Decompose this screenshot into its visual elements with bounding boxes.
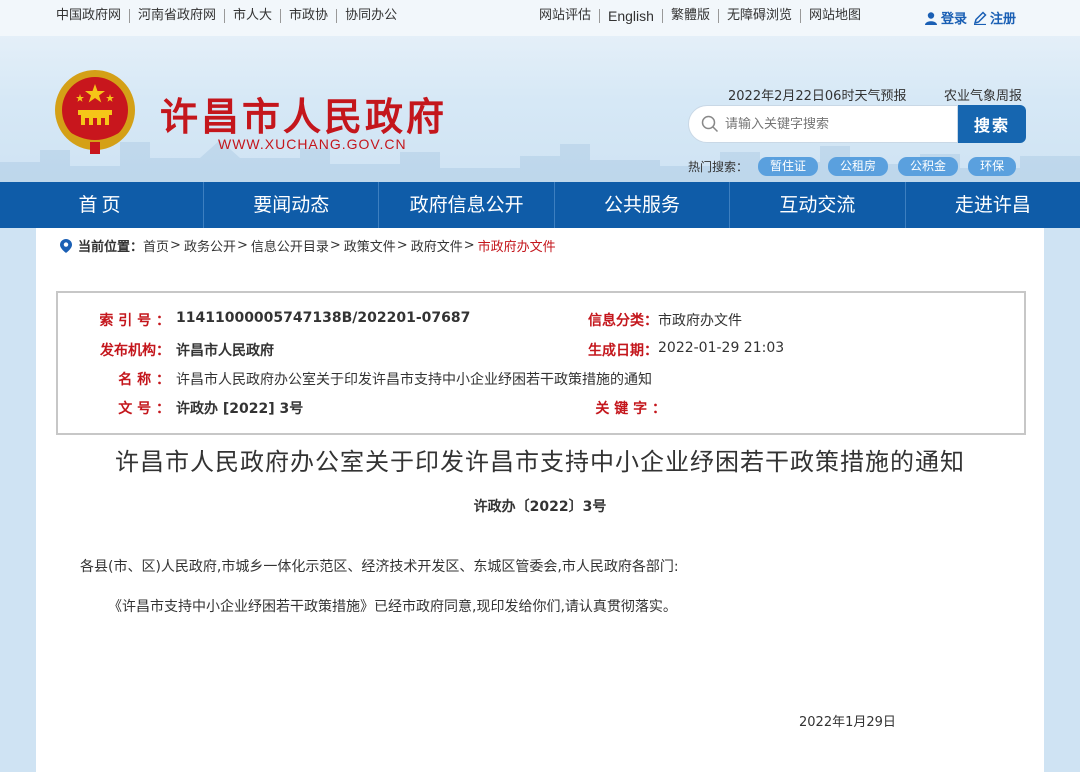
info-index-label: 索 引 号 ： bbox=[99, 313, 170, 329]
document-paragraph: 《许昌市支持中小企业纾困若干政策措施》已经市政府同意,现印发给你们,请认真贯彻落… bbox=[108, 599, 677, 615]
nav-home[interactable]: 首页 bbox=[0, 182, 204, 228]
info-publisher-value: 许昌市人民政府 bbox=[176, 343, 274, 359]
agri-weather-link[interactable]: 农业气象周报 bbox=[944, 85, 1022, 104]
nav-interaction[interactable]: 互动交流 bbox=[730, 182, 906, 228]
info-category-value: 市政府办文件 bbox=[658, 313, 742, 329]
info-name: 名 称 ： 许昌市人民政府办公室关于印发许昌市支持中小企业纾困若干政策措施的通知 bbox=[86, 369, 652, 389]
breadcrumb: 当前位置： 首页 > 政务公开 > 信息公开目录 > 政策文件 > 政府文件 > 市政府办… bbox=[60, 236, 556, 255]
breadcrumb-separator: > bbox=[170, 238, 181, 253]
breadcrumb-gov-affairs[interactable]: 政务公开 bbox=[184, 236, 236, 255]
login-area: 登录 注册 bbox=[924, 8, 1016, 27]
hot-search: 热门搜索： 暂住证 公租房 公积金 环保 bbox=[688, 157, 1017, 176]
hot-tag-public-housing[interactable]: 公租房 bbox=[828, 157, 889, 176]
document-title: 许昌市人民政府办公室关于印发许昌市支持中小企业纾困若干政策措施的通知 bbox=[115, 448, 965, 476]
info-publisher-label: 发布机构： bbox=[100, 343, 170, 359]
site-header: 许昌市人民政府 WWW.XUCHANG.GOV.CN 2022年2月22日06时… bbox=[0, 36, 1080, 182]
link-accessibility[interactable]: 无障碍浏览 bbox=[719, 9, 801, 23]
hot-search-label: 热门搜索： bbox=[688, 160, 749, 174]
breadcrumb-separator: > bbox=[236, 238, 248, 253]
main-nav: 首页 要闻动态 政府信息公开 公共服务 互动交流 走进许昌 bbox=[0, 182, 1080, 228]
link-site-evaluation[interactable]: 网站评估 bbox=[531, 9, 601, 23]
hot-tag-housing-fund[interactable]: 公积金 bbox=[898, 157, 959, 176]
link-china-gov[interactable]: 中国政府网 bbox=[56, 9, 131, 23]
breadcrumb-info-catalog[interactable]: 信息公开目录 bbox=[251, 236, 329, 255]
breadcrumb-separator: > bbox=[329, 238, 341, 253]
info-category-label: 信息分类： bbox=[588, 313, 658, 329]
info-date-label: 生成日期： bbox=[588, 343, 658, 359]
info-docno: 文 号 ： 许政办 [2022] 3号 bbox=[86, 398, 303, 418]
info-keywords: 关 键 字 ： bbox=[588, 398, 672, 418]
info-index: 索 引 号 ： 11411000005747138B/202201-07687 bbox=[86, 310, 470, 330]
document-paragraph: 各县(市、区)人民政府,市城乡一体化示范区、经济技术开发区、东城区管委会,市人民… bbox=[80, 559, 679, 575]
breadcrumb-separator: > bbox=[396, 238, 408, 253]
nav-public-service[interactable]: 公共服务 bbox=[555, 182, 731, 228]
link-city-congress[interactable]: 市人大 bbox=[225, 9, 282, 23]
breadcrumb-label: 当前位置： bbox=[78, 240, 144, 255]
location-pin-icon bbox=[60, 238, 72, 253]
info-docno-label: 文 号 ： bbox=[118, 401, 170, 417]
register-label: 注册 bbox=[990, 12, 1017, 27]
nav-news[interactable]: 要闻动态 bbox=[204, 182, 380, 228]
info-keywords-label: 关 键 字 ： bbox=[595, 401, 666, 417]
weather-forecast-link[interactable]: 2022年2月22日06时天气预报 bbox=[728, 85, 906, 104]
search-box bbox=[688, 105, 958, 143]
top-links-right: 网站评估 English 繁體版 无障碍浏览 网站地图 bbox=[531, 9, 869, 23]
document-number: 许政办〔2022〕3号 bbox=[473, 499, 607, 515]
link-cppcc[interactable]: 市政协 bbox=[281, 9, 338, 23]
site-title[interactable]: 许昌市人民政府 bbox=[160, 86, 447, 141]
national-emblem-icon bbox=[55, 70, 135, 154]
link-collab-office[interactable]: 协同办公 bbox=[337, 9, 405, 23]
link-traditional-chinese[interactable]: 繁體版 bbox=[663, 9, 719, 23]
info-category: 信息分类： 市政府办文件 bbox=[588, 310, 742, 330]
breadcrumb-separator: > bbox=[463, 238, 475, 253]
info-index-value: 11411000005747138B/202201-07687 bbox=[176, 310, 471, 326]
search-input[interactable] bbox=[725, 116, 935, 132]
info-date: 生成日期： 2022-01-29 21:03 bbox=[588, 340, 784, 360]
info-date-value: 2022-01-29 21:03 bbox=[658, 340, 785, 356]
nav-gov-info[interactable]: 政府信息公开 bbox=[379, 182, 555, 228]
hot-tag-residence-permit[interactable]: 暂住证 bbox=[758, 157, 819, 176]
document-info-box: 索 引 号 ： 11411000005747138B/202201-07687 … bbox=[56, 291, 1026, 435]
link-henan-gov[interactable]: 河南省政府网 bbox=[130, 9, 226, 23]
pencil-icon bbox=[973, 10, 987, 25]
login-link[interactable]: 登录 bbox=[924, 8, 967, 27]
info-docno-value: 许政办 [2022] 3号 bbox=[176, 401, 304, 417]
login-label: 登录 bbox=[941, 12, 968, 27]
register-link[interactable]: 注册 bbox=[973, 8, 1016, 27]
main-content: 当前位置： 首页 > 政务公开 > 信息公开目录 > 政策文件 > 政府文件 > 市政府办… bbox=[36, 228, 1044, 772]
link-english[interactable]: English bbox=[600, 9, 663, 23]
top-bar: 中国政府网 河南省政府网 市人大 市政协 协同办公 网站评估 English 繁… bbox=[0, 0, 1080, 36]
info-publisher: 发布机构： 许昌市人民政府 bbox=[86, 340, 274, 360]
breadcrumb-current[interactable]: 市政府办文件 bbox=[478, 236, 556, 255]
site-url: WWW.XUCHANG.GOV.CN bbox=[218, 136, 407, 152]
search-button[interactable]: 搜索 bbox=[958, 105, 1026, 143]
document-date: 2022年1月29日 bbox=[799, 715, 896, 730]
link-sitemap[interactable]: 网站地图 bbox=[801, 9, 869, 23]
search-icon bbox=[701, 115, 719, 133]
info-name-value: 许昌市人民政府办公室关于印发许昌市支持中小企业纾困若干政策措施的通知 bbox=[176, 372, 652, 388]
nav-about-xuchang[interactable]: 走进许昌 bbox=[906, 182, 1080, 228]
hot-tag-environment[interactable]: 环保 bbox=[968, 157, 1017, 176]
breadcrumb-gov-docs[interactable]: 政府文件 bbox=[411, 236, 463, 255]
top-links-left: 中国政府网 河南省政府网 市人大 市政协 协同办公 bbox=[56, 9, 405, 23]
breadcrumb-home[interactable]: 首页 bbox=[143, 236, 169, 255]
user-icon bbox=[925, 11, 937, 25]
info-name-label: 名 称 ： bbox=[118, 372, 170, 388]
breadcrumb-policy-docs[interactable]: 政策文件 bbox=[344, 236, 396, 255]
